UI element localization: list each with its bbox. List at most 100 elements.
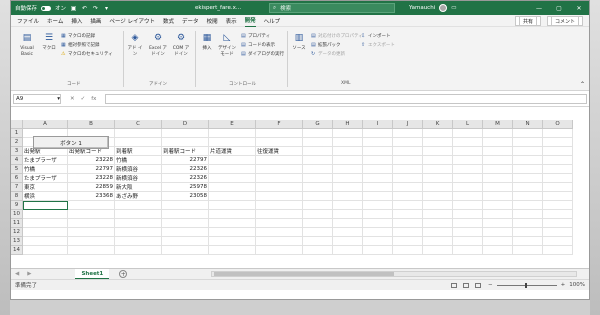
row-header[interactable]: 12 [11,228,23,237]
data-cell[interactable]: 新横須谷 [115,165,162,174]
tab-formulas[interactable]: 数式 [163,15,174,27]
cell[interactable] [303,237,333,246]
cell[interactable] [303,210,333,219]
cell[interactable] [209,174,256,183]
cell[interactable] [256,138,303,147]
cell[interactable] [393,129,423,138]
cell[interactable] [209,129,256,138]
add-sheet-button[interactable]: + [119,270,128,278]
user-account[interactable]: Yamauchi ▭ [409,1,456,15]
comment-button[interactable]: コメント [546,16,583,26]
relative-reference-button[interactable]: ▦ 相対参照で記録 [61,42,100,48]
expansion-packs-button[interactable]: ▤ 拡張パック [311,42,341,48]
data-cell[interactable]: 23228 [68,156,115,165]
column-header[interactable]: D [162,120,209,129]
header-cell[interactable]: 往復運賃 [256,147,303,156]
cell[interactable] [303,192,333,201]
cell[interactable] [303,129,333,138]
column-header[interactable]: J [393,120,423,129]
tab-file[interactable]: ファイル [17,15,39,27]
column-header[interactable]: B [68,120,115,129]
cell[interactable] [333,201,363,210]
cell[interactable] [393,165,423,174]
prev-sheet-icon[interactable]: ◀ [11,271,23,277]
column-header[interactable]: E [209,120,256,129]
cell[interactable] [423,219,453,228]
cell[interactable] [393,183,423,192]
data-cell[interactable]: 23228 [68,174,115,183]
cell[interactable] [363,138,393,147]
customize-qat-icon[interactable]: ▾ [103,5,110,12]
cell[interactable] [363,228,393,237]
cell[interactable] [363,210,393,219]
page-layout-view-icon[interactable] [463,282,469,288]
column-header[interactable]: N [513,120,543,129]
column-header[interactable]: O [543,120,573,129]
cell[interactable] [393,138,423,147]
cell[interactable] [209,228,256,237]
cell[interactable] [513,183,543,192]
cell[interactable] [543,228,573,237]
cell[interactable] [483,228,513,237]
data-cell[interactable]: 25978 [162,183,209,192]
cell[interactable] [483,210,513,219]
cell[interactable] [423,210,453,219]
cell[interactable] [543,156,573,165]
tab-page-layout[interactable]: ページ レイアウト [109,15,155,27]
cell[interactable] [513,219,543,228]
cell[interactable] [513,174,543,183]
cell[interactable] [209,138,256,147]
name-box-dropdown-icon[interactable]: ▾ [57,96,60,102]
cell[interactable] [423,246,453,255]
cell[interactable] [115,201,162,210]
cell[interactable] [543,165,573,174]
data-cell[interactable]: 横浜 [23,192,68,201]
data-cell[interactable]: 新横須谷 [115,174,162,183]
cell[interactable] [303,228,333,237]
cell[interactable] [333,228,363,237]
cell[interactable] [256,174,303,183]
data-cell[interactable]: 23058 [162,192,209,201]
data-cell[interactable]: 新大阪 [115,183,162,192]
cell[interactable] [209,183,256,192]
cell[interactable] [209,219,256,228]
share-button[interactable]: 共有 [514,16,541,26]
cell[interactable] [453,138,483,147]
cell[interactable] [256,165,303,174]
column-header[interactable]: K [423,120,453,129]
cell[interactable] [162,219,209,228]
cell[interactable] [23,210,68,219]
cell[interactable] [483,201,513,210]
cell[interactable] [513,201,543,210]
cell[interactable] [423,183,453,192]
cell[interactable] [393,156,423,165]
row-header[interactable]: 11 [11,219,23,228]
data-cell[interactable]: 竹橋 [115,156,162,165]
cell[interactable] [543,129,573,138]
cell[interactable] [393,192,423,201]
cell[interactable] [363,237,393,246]
xml-import-button[interactable]: ⇩ インポート [361,33,391,39]
cell[interactable] [453,201,483,210]
cell[interactable] [209,156,256,165]
column-header[interactable]: H [333,120,363,129]
map-properties-button[interactable]: ▤ 対応付けのプロパティ [311,33,363,39]
cell[interactable] [162,228,209,237]
cell[interactable] [363,246,393,255]
cell[interactable] [363,219,393,228]
cell[interactable] [483,129,513,138]
cell[interactable] [543,192,573,201]
undo-icon[interactable]: ↶ [81,5,88,12]
column-header[interactable]: L [453,120,483,129]
macro-button[interactable]: ☰ マクロ [41,33,57,52]
cell[interactable] [393,201,423,210]
cell[interactable] [483,138,513,147]
cell[interactable] [483,147,513,156]
row-header[interactable]: 1 [11,129,23,138]
save-icon[interactable]: ▣ [70,5,77,12]
cell[interactable] [333,129,363,138]
cell[interactable] [513,237,543,246]
cell[interactable] [333,183,363,192]
column-header[interactable]: M [483,120,513,129]
cell[interactable] [453,237,483,246]
